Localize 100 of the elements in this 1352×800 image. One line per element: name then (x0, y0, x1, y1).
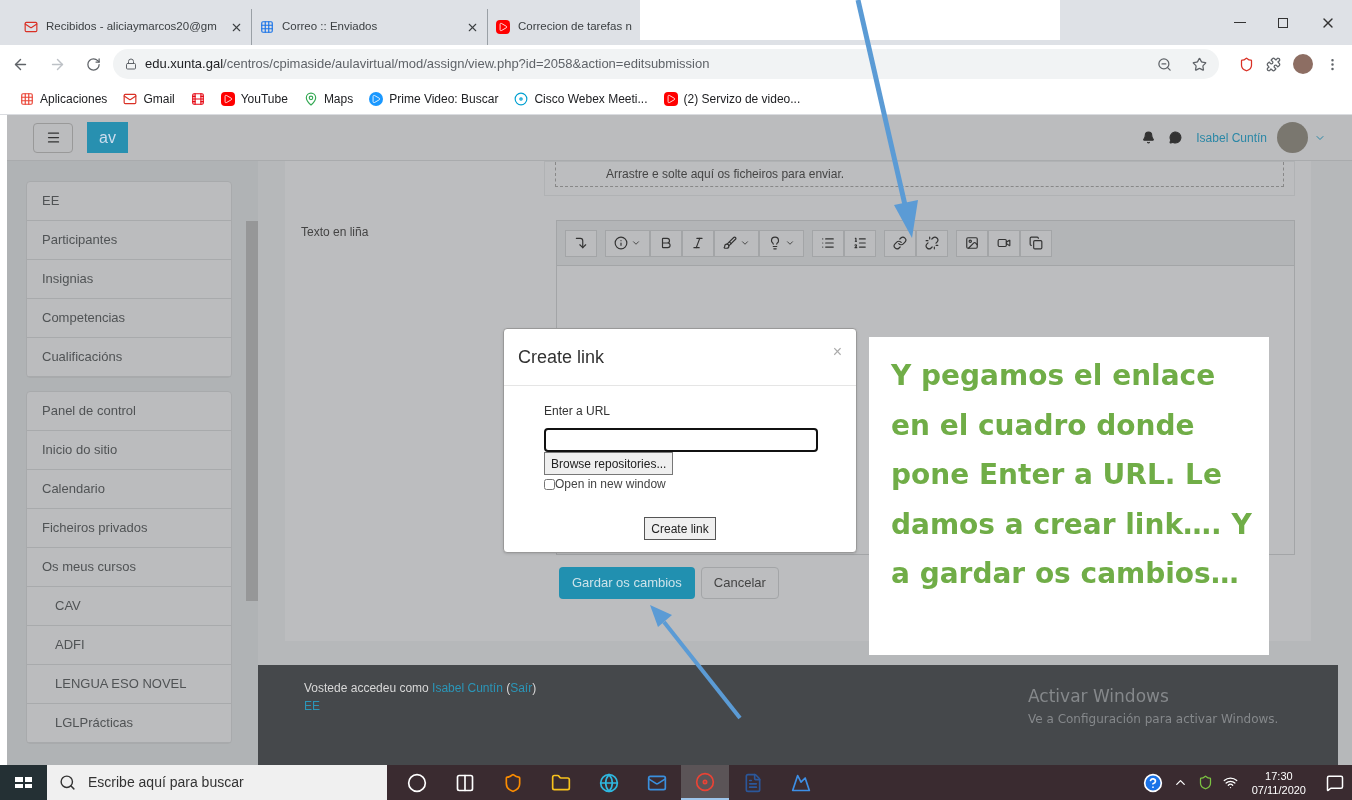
help-icon[interactable] (1142, 772, 1163, 793)
star-icon[interactable] (1192, 56, 1207, 72)
wifi-icon[interactable] (1222, 775, 1238, 790)
field-label: Texto en liña (301, 224, 370, 241)
course-link[interactable]: EE (304, 697, 320, 715)
toolbar-button[interactable] (759, 229, 804, 257)
scrollbar-thumb[interactable] (245, 221, 258, 601)
envelope-icon (24, 20, 38, 34)
shield-icon[interactable] (1197, 775, 1213, 790)
sidebar-item[interactable]: EE (27, 182, 231, 221)
bookmark[interactable]: Aplicaciones (20, 89, 108, 108)
dialog-title: Create link (518, 345, 605, 369)
film-icon (190, 91, 205, 106)
toolbar-button[interactable] (682, 229, 714, 257)
login-info: Vostede accedeu como Isabel Cuntín (Saír) (304, 680, 537, 697)
avatar[interactable] (1293, 54, 1313, 74)
close-button[interactable]: × (832, 340, 842, 364)
chat-icon[interactable] (1169, 131, 1183, 144)
clock-time[interactable]: 17:30 (1265, 768, 1293, 783)
url-input[interactable] (544, 428, 818, 452)
brush-icon (723, 236, 737, 250)
annotation-text: Y pegamos el enlace en el cuadro donde pone Enter a URL. Le damos a crear link…. Y a gardar os cambios… (891, 358, 1253, 592)
caret-icon (740, 238, 750, 248)
toolbar-button[interactable] (565, 229, 597, 257)
url-text: edu.xunta.gal/centros/cpimaside/aulavirtual/mod/assign/view.php?id=2058&action=editsubmission (145, 55, 710, 74)
zoom-out-icon[interactable] (1157, 56, 1172, 72)
bookmark[interactable]: Gmail (123, 89, 175, 108)
tab-title: Recibidos - aliciaymarcos20@gm (46, 19, 217, 35)
task-view-icon (455, 772, 475, 793)
toolbar-button[interactable] (714, 229, 759, 257)
browse-button[interactable]: Browse repositories... (544, 452, 674, 475)
menu-icon (45, 130, 61, 145)
taskbar-search[interactable]: Escribe aquí para buscar (47, 765, 387, 800)
reload-icon[interactable] (86, 56, 101, 72)
play-icon (663, 91, 678, 106)
disc-icon (514, 91, 529, 106)
mountain-icon (791, 772, 811, 793)
site-logo[interactable]: av (87, 122, 128, 153)
browser-tab[interactable]: Correcion de tarefas n (488, 9, 640, 45)
toolbar-button[interactable] (884, 229, 916, 257)
user-link[interactable]: Isabel Cuntín (432, 681, 503, 695)
sidebar-item[interactable]: Calendario (27, 470, 231, 509)
dropzone: Arrastre e solte aquí os ficheiros para enviar. (555, 162, 1284, 187)
sidebar-item[interactable]: LENGUA ESO NOVEL (27, 665, 231, 704)
search-icon (59, 774, 76, 791)
folder-icon (551, 772, 571, 793)
sidebar-item[interactable]: Ficheiros privados (27, 509, 231, 548)
cancel-button[interactable]: Cancelar (700, 567, 779, 599)
browser-tab[interactable]: Correo :: Enviados (252, 9, 488, 45)
toolbar-button[interactable] (956, 229, 988, 257)
bell-icon[interactable] (1142, 131, 1156, 144)
clock-date[interactable]: 07/11/2020 (1251, 782, 1306, 797)
shield-icon[interactable] (1239, 56, 1254, 72)
bookmark[interactable]: Maps (303, 89, 354, 108)
sidebar-item[interactable]: LGLPrácticas (27, 704, 231, 743)
toolbar-button[interactable] (844, 229, 876, 257)
italic-icon (691, 236, 705, 250)
bold-icon (659, 236, 673, 250)
toolbar-button[interactable] (916, 229, 948, 257)
windows-start-icon[interactable] (0, 765, 47, 800)
video-camera-icon (997, 236, 1011, 250)
url-label: Enter a URL (544, 403, 611, 420)
sidebar-item[interactable]: Panel de control (27, 392, 231, 431)
toolbar-button[interactable] (605, 229, 650, 257)
notifications-icon[interactable] (1326, 773, 1344, 792)
sidebar-item[interactable]: CAV (27, 587, 231, 626)
document-icon (743, 772, 763, 793)
logout-link[interactable]: Saír (510, 681, 533, 695)
create-link-button[interactable]: Create link (644, 517, 716, 540)
bookmark[interactable]: Prime Video: Buscar (369, 89, 499, 108)
play-icon (496, 20, 510, 34)
copy-icon (1029, 236, 1043, 250)
sidebar-item[interactable]: Inicio do sitio (27, 431, 231, 470)
bookmark[interactable]: YouTube (220, 89, 288, 108)
globe-icon (599, 772, 619, 793)
play-icon (220, 91, 235, 106)
sidebar-item[interactable]: ADFI (27, 626, 231, 665)
unlink-icon (925, 236, 939, 250)
address-bar[interactable]: edu.xunta.gal/centros/cpimaside/aulavirtual/mod/assign/view.php?id=2058&action=editsubmission (113, 49, 1219, 79)
user-name[interactable]: Isabel Cuntín (1196, 128, 1267, 147)
envelope-icon (123, 91, 138, 106)
sidebar-item[interactable]: Participantes (27, 221, 231, 260)
menu-button[interactable] (33, 122, 73, 153)
save-button[interactable]: Gardar os cambios (559, 567, 695, 599)
sidebar-item[interactable]: Os meus cursos (27, 548, 231, 587)
puzzle-icon[interactable] (1266, 56, 1281, 72)
arrow-down-icon (574, 236, 588, 250)
checkbox[interactable] (544, 478, 555, 490)
bookmark[interactable]: (2) Servizo de video... (663, 89, 801, 108)
browser-tab[interactable]: Recibidos - aliciaymarcos20@gm (16, 9, 252, 45)
restore-icon[interactable] (1278, 17, 1288, 28)
sidebar-item[interactable]: Cualificacións (27, 338, 231, 377)
toolbar-button[interactable] (1020, 229, 1052, 257)
bookmark[interactable]: Cisco Webex Meeti... (514, 89, 648, 108)
toolbar-button[interactable] (650, 229, 682, 257)
caret-icon (785, 238, 795, 248)
sidebar-item[interactable]: Insignias (27, 260, 231, 299)
sidebar-item[interactable]: Competencias (27, 299, 231, 338)
bookmark[interactable] (190, 91, 205, 106)
toolbar-button[interactable] (988, 229, 1020, 257)
